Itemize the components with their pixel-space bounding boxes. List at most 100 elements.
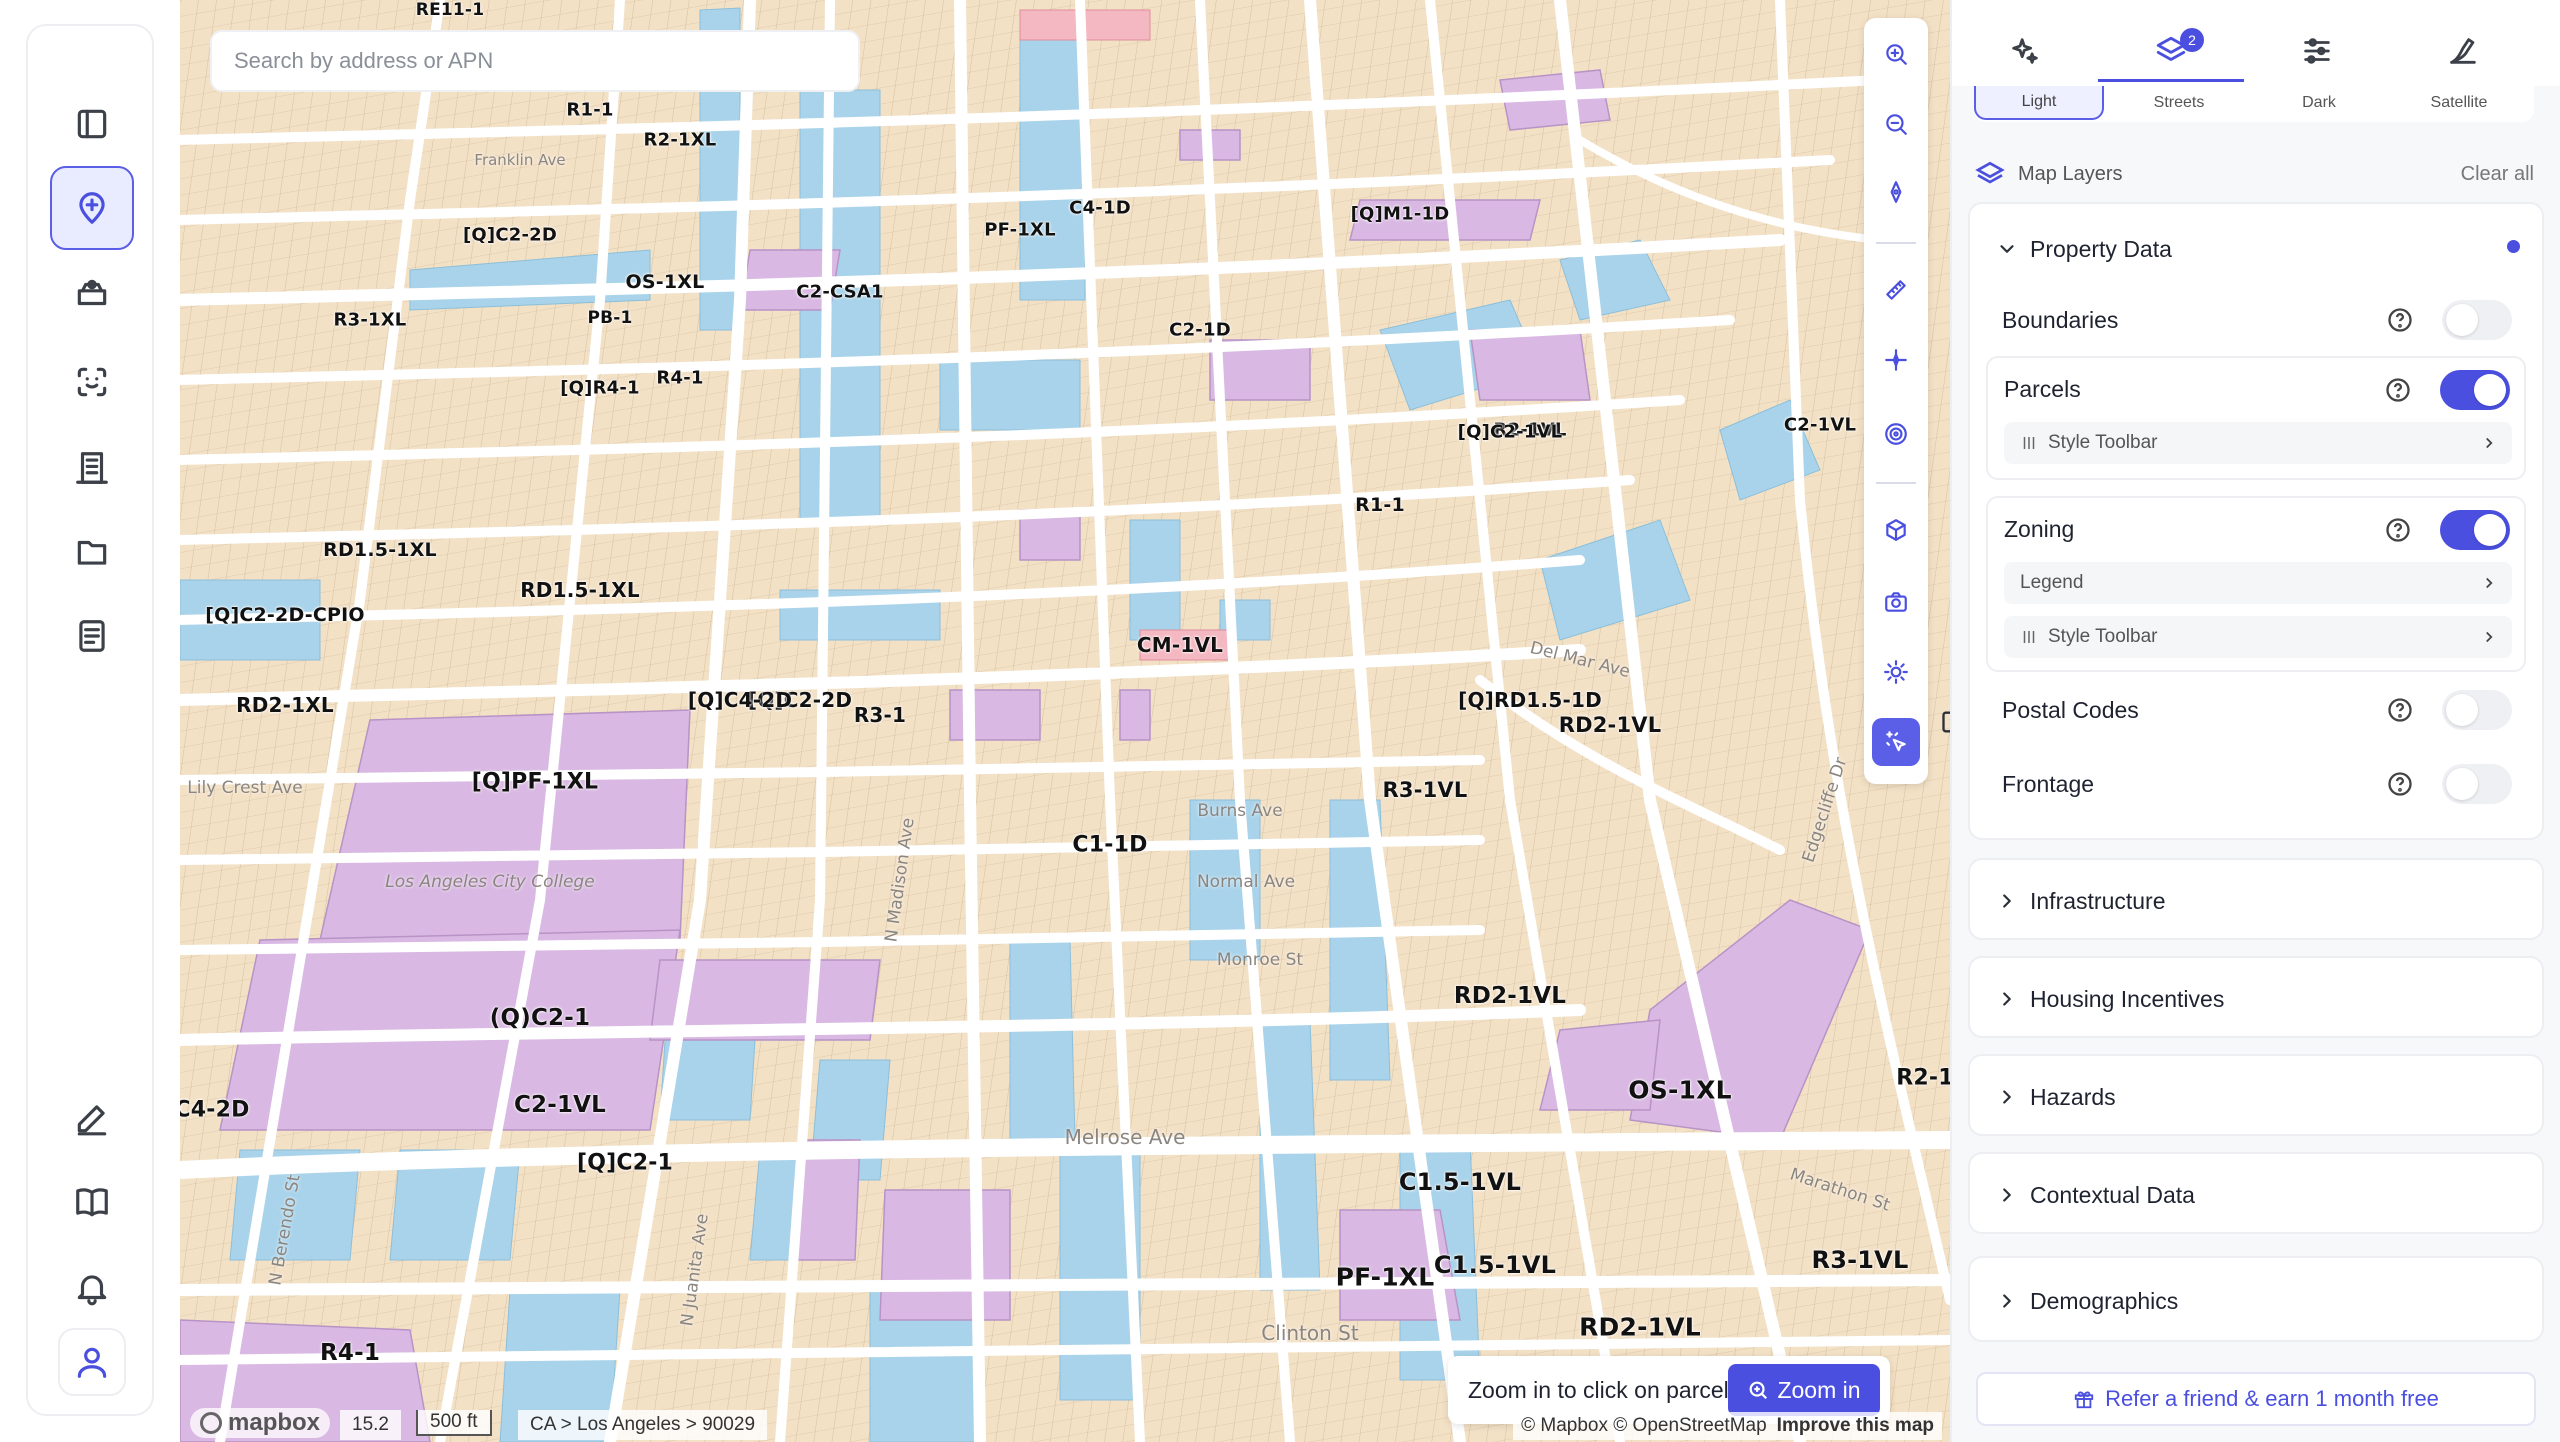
map-location-button[interactable]	[50, 166, 134, 250]
zone-label: RD2-1VL	[1558, 713, 1662, 737]
zone-label: C2-1VL	[1783, 414, 1857, 436]
infrastructure-section[interactable]: Infrastructure	[1968, 858, 2544, 940]
parcels-style-toolbar[interactable]: Style Toolbar	[2004, 422, 2512, 464]
lighting-tool[interactable]	[1872, 648, 1920, 696]
toggle-knob	[2474, 374, 2506, 406]
section-header[interactable]: Hazards	[1970, 1056, 2542, 1138]
notifications-button[interactable]	[50, 1246, 134, 1330]
toggle-knob	[2446, 694, 2478, 726]
buildings-button[interactable]	[50, 426, 134, 510]
screenshot-tool[interactable]	[1872, 578, 1920, 626]
zone-label: RE11-1	[415, 0, 485, 20]
zoning-style-toolbar[interactable]: Style Toolbar	[2004, 616, 2512, 658]
zoom-in-icon	[1886, 44, 1907, 65]
clear-all-button[interactable]: Clear all	[2461, 163, 2534, 186]
basemap-streets[interactable]: Streets	[2114, 86, 2244, 120]
target-tool[interactable]	[1872, 410, 1920, 458]
improve-map-link[interactable]: Improve this map	[1777, 1415, 1934, 1437]
zoning-legend[interactable]: Legend	[2004, 562, 2512, 604]
zone-label: [Q]RD1.5-1D	[1458, 688, 1602, 712]
reports-button[interactable]	[50, 594, 134, 678]
street-label: Clinton St	[1261, 1321, 1359, 1345]
cube-icon	[1886, 519, 1906, 541]
zoning-toggle[interactable]	[2440, 510, 2510, 550]
help-button[interactable]	[2386, 770, 2414, 798]
edit-button[interactable]	[50, 1076, 134, 1160]
contextual-data-section[interactable]: Contextual Data	[1968, 1152, 2544, 1234]
section-header[interactable]: Housing Incentives	[1970, 958, 2542, 1040]
collapse-panel-button[interactable]	[1938, 702, 1950, 742]
property-data-header[interactable]: Property Data	[1970, 204, 2542, 294]
gift-icon	[2074, 1391, 2094, 1409]
sub-row-label: Style Toolbar	[2048, 626, 2158, 647]
basemap-satellite[interactable]: Satellite	[2394, 86, 2524, 120]
property-data-title: Property Data	[2030, 235, 2172, 262]
compass-tool[interactable]	[1872, 168, 1920, 216]
search-input[interactable]	[234, 48, 858, 74]
help-button[interactable]	[2384, 376, 2412, 404]
section-header[interactable]: Infrastructure	[1970, 860, 2542, 942]
layers-count-badge: 2	[2180, 28, 2204, 52]
mapbox-logo[interactable]: mapbox	[190, 1408, 331, 1438]
zone-label: RD1.5-1XL	[323, 539, 437, 561]
book-icon	[76, 1188, 108, 1217]
zone-label: [Q]C2-2D	[462, 224, 558, 246]
help-icon	[2388, 698, 2412, 722]
tab-filters[interactable]	[2244, 18, 2390, 82]
street-label: Los Angeles City College	[385, 872, 595, 892]
mapbox-logo-text: mapbox	[228, 1409, 321, 1436]
projects-button[interactable]	[50, 252, 134, 336]
postal-codes-toggle[interactable]	[2442, 690, 2512, 730]
zone-label: RD2-1VL	[1579, 1312, 1701, 1342]
help-button[interactable]	[2384, 516, 2412, 544]
guide-button[interactable]	[50, 1160, 134, 1244]
zone-label: R2-1	[1896, 1065, 1950, 1091]
folders-button[interactable]	[50, 510, 134, 594]
map-canvas[interactable]: RE11-1 R1-1 R2-1XL R3-1XL RD1.5-1XL [Q]C…	[180, 0, 1950, 1442]
tab-draw[interactable]	[2390, 18, 2536, 82]
search-box[interactable]	[210, 30, 860, 92]
chevron-right-icon	[2486, 437, 2493, 449]
street-label: Normal Ave	[1196, 872, 1296, 892]
scan-button[interactable]	[50, 340, 134, 424]
zone-label: OS-1XL	[625, 271, 705, 293]
layer-label: Boundaries	[2002, 306, 2119, 333]
help-button[interactable]	[2386, 306, 2414, 334]
toggle-knob	[2446, 304, 2478, 336]
zoom-in-tool[interactable]	[1872, 30, 1920, 78]
basemap-light[interactable]: Light	[1974, 86, 2104, 120]
tab-ai[interactable]	[1952, 18, 2098, 82]
measure-tool[interactable]	[1872, 266, 1920, 314]
hazards-section[interactable]: Hazards	[1968, 1054, 2544, 1136]
pencil-icon	[77, 1105, 107, 1136]
sidebar-icon	[77, 109, 107, 139]
zone-label: C1.5-1VL	[1398, 1168, 1522, 1196]
zone-label: PB-1	[587, 308, 633, 328]
parcels-toggle[interactable]	[2440, 370, 2510, 410]
document-icon	[79, 620, 105, 652]
section-header[interactable]: Contextual Data	[1970, 1154, 2542, 1236]
demographics-section[interactable]: Demographics	[1968, 1256, 2544, 1342]
3d-tool[interactable]	[1872, 506, 1920, 554]
camera-icon	[1885, 592, 1907, 612]
zone-label: [Q]R4-1	[560, 377, 640, 399]
frontage-toggle[interactable]	[2442, 764, 2512, 804]
section-header[interactable]: Demographics	[1970, 1258, 2542, 1344]
zone-label: [Q]C2-2D-CPIO	[205, 604, 365, 626]
sparkle-pin-tool[interactable]	[1872, 336, 1920, 384]
help-button[interactable]	[2386, 696, 2414, 724]
sidebar-toggle-button[interactable]	[50, 82, 134, 166]
select-tool[interactable]	[1872, 718, 1920, 766]
layer-label: Frontage	[2002, 770, 2095, 797]
basemap-dark[interactable]: Dark	[2254, 86, 2384, 120]
housing-incentives-section[interactable]: Housing Incentives	[1968, 956, 2544, 1038]
panel-tabs: 2	[1952, 0, 2560, 86]
refer-friend-button[interactable]: Refer a friend & earn 1 month free	[1976, 1372, 2536, 1426]
account-button[interactable]	[58, 1328, 126, 1396]
boundaries-toggle[interactable]	[2442, 300, 2512, 340]
tab-layers[interactable]: 2	[2098, 18, 2244, 82]
panel-collapse-icon	[1942, 711, 1950, 733]
attribution-text[interactable]: © Mapbox © OpenStreetMap	[1521, 1415, 1767, 1437]
section-title: Contextual Data	[2030, 1181, 2195, 1208]
zoom-out-tool[interactable]	[1872, 100, 1920, 148]
